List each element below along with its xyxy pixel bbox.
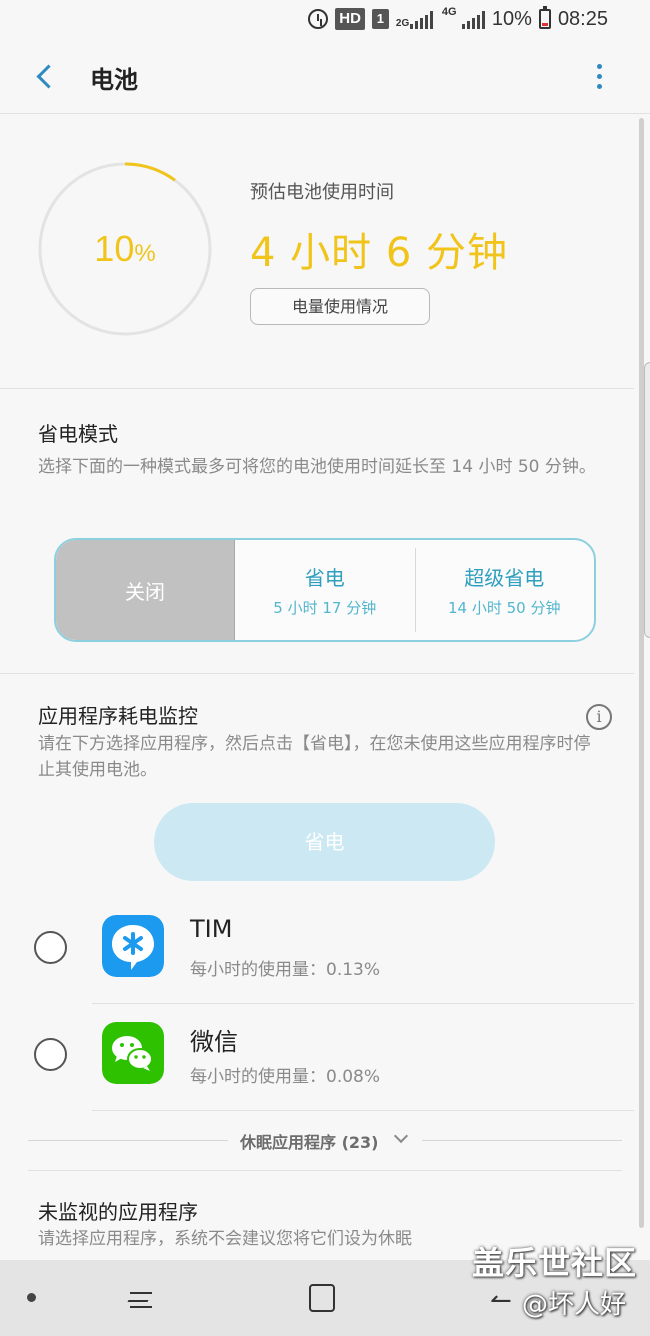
- battery-usage-button[interactable]: 电量使用情况: [250, 288, 430, 325]
- mode-off-button[interactable]: 关闭: [56, 540, 235, 640]
- scrollbar[interactable]: [639, 118, 644, 1228]
- more-options-icon[interactable]: [585, 58, 613, 94]
- app-usage: 每小时的使用量：0.13%: [190, 960, 381, 980]
- battery-summary: 10% 预估电池使用时间 4 小时 6 分钟 电量使用情况: [0, 114, 634, 389]
- app-monitor-description: 请在下方选择应用程序，然后点击【省电】，在您未使用这些应用程序时停止其使用电池。: [38, 734, 591, 780]
- tim-icon: [102, 915, 164, 977]
- status-bar: HD 1 2G 4G 10% 08:25: [0, 0, 650, 38]
- power-mode-selector: 关闭 省电 5 小时 17 分钟 超级省电 14 小时 50 分钟: [54, 538, 596, 642]
- divider: [28, 1170, 622, 1171]
- hd-badge: HD: [335, 8, 365, 30]
- back-icon[interactable]: ↼: [490, 1286, 512, 1316]
- info-icon[interactable]: i: [586, 704, 612, 730]
- edge-panel-handle[interactable]: [644, 362, 650, 638]
- app-radio[interactable]: [34, 1038, 67, 1071]
- app-row[interactable]: TIM 每小时的使用量：0.13%: [0, 897, 634, 1004]
- signal-4g-icon: 4G: [442, 7, 485, 29]
- app-name: TIM: [190, 915, 233, 943]
- app-monitor-title: 应用程序耗电监控: [38, 704, 198, 728]
- app-row[interactable]: 微信 每小时的使用量：0.08%: [0, 1004, 634, 1111]
- sleeping-apps-label: 休眠应用程序 (23): [240, 1133, 379, 1152]
- sleeping-apps-expander[interactable]: 休眠应用程序 (23): [28, 1124, 622, 1158]
- mode-max-label: 超级省电: [464, 566, 545, 590]
- battery-percent: 10%: [491, 7, 532, 30]
- unmonitored-title[interactable]: 未监视的应用程序: [38, 1196, 198, 1225]
- sim-icon: 1: [371, 9, 389, 29]
- power-saving-section: 省电模式 选择下面的一种模式最多可将您的电池使用时间延长至 14 小时 50 分…: [0, 390, 634, 674]
- mode-mid-time: 5 小时 17 分钟: [273, 599, 377, 617]
- alarm-icon: [308, 9, 329, 29]
- mode-mid-button[interactable]: 省电 5 小时 17 分钟: [235, 540, 415, 640]
- watermark-site: 盖乐世社区: [472, 1244, 638, 1282]
- save-power-button[interactable]: 省电: [154, 803, 495, 881]
- nav-dot-icon[interactable]: [27, 1293, 36, 1302]
- app-usage: 每小时的使用量：0.08%: [190, 1067, 381, 1087]
- back-arrow-icon[interactable]: [28, 58, 62, 94]
- chevron-down-icon: [393, 1128, 409, 1144]
- page-title: 电池: [90, 66, 138, 94]
- mode-mid-label: 省电: [304, 566, 345, 590]
- app-bar: 电池: [0, 38, 650, 114]
- watermark-user: @坏人好: [522, 1290, 627, 1320]
- home-icon[interactable]: [309, 1284, 335, 1312]
- divider: [92, 1110, 634, 1111]
- power-saving-title: 省电模式: [38, 422, 118, 446]
- app-name: 微信: [190, 1028, 238, 1056]
- wechat-icon: [102, 1022, 164, 1084]
- battery-level-text: 10%: [94, 228, 156, 269]
- app-radio[interactable]: [34, 931, 67, 964]
- estimate-label: 预估电池使用时间: [250, 182, 394, 203]
- mode-max-time: 14 小时 50 分钟: [448, 599, 561, 617]
- clock: 08:25: [557, 7, 608, 30]
- mode-max-button[interactable]: 超级省电 14 小时 50 分钟: [414, 540, 595, 640]
- estimate-value: 4 小时 6 分钟: [250, 230, 509, 276]
- battery-icon: [538, 6, 551, 29]
- signal-2g-icon: 2G: [396, 9, 433, 29]
- recent-apps-icon[interactable]: [126, 1284, 154, 1312]
- power-saving-description: 选择下面的一种模式最多可将您的电池使用时间延长至 14 小时 50 分钟。: [38, 457, 596, 477]
